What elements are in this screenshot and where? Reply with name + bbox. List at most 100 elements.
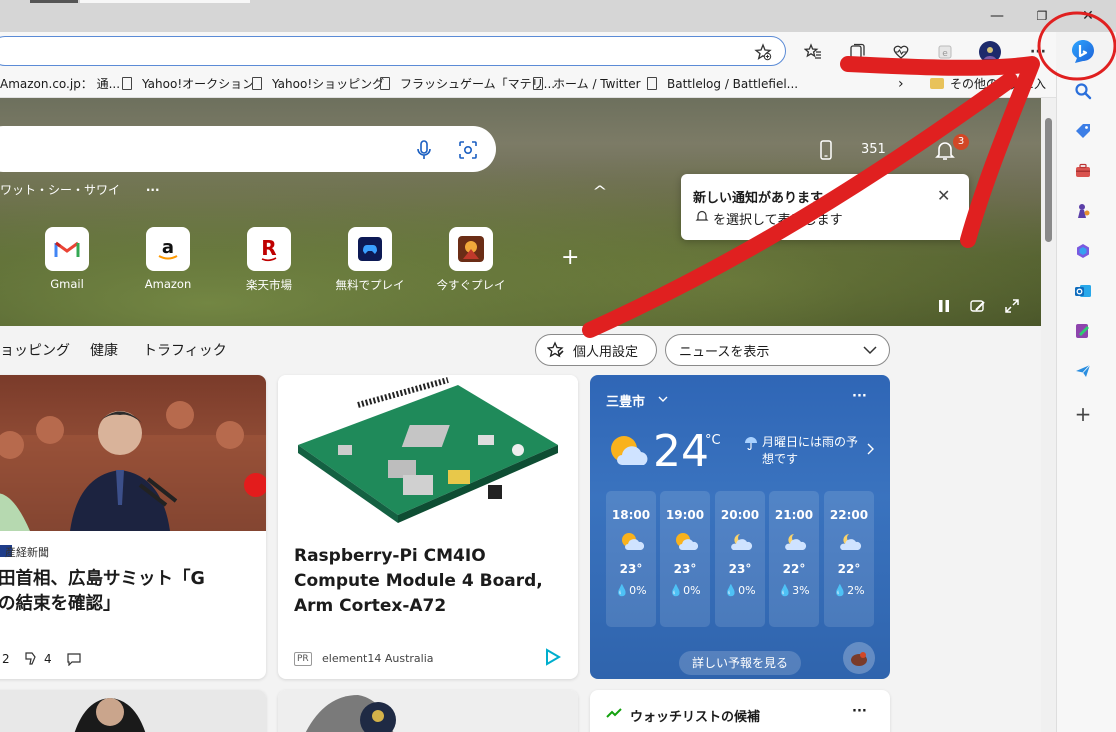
favorites-overflow-button[interactable]: › xyxy=(898,76,904,92)
favorite-amazon[interactable]: Amazon.co.jp： 通... xyxy=(0,76,120,92)
comment-icon[interactable] xyxy=(66,652,82,669)
amazon-icon: a xyxy=(158,237,178,260)
tile-free-play[interactable] xyxy=(348,227,392,271)
send-telegram-icon[interactable] xyxy=(1071,359,1095,383)
favorite-label: Yahoo!オークション xyxy=(142,77,255,91)
adchoices-icon[interactable] xyxy=(544,648,562,669)
watchlist-title[interactable]: ウォッチリストの候補 xyxy=(630,706,760,725)
favorite-twitter[interactable]: ホーム / Twitter xyxy=(533,76,641,92)
weather-forecast-summary[interactable]: 月曜日には雨の予想です xyxy=(762,434,866,468)
collections-icon[interactable] xyxy=(845,40,869,64)
hourly-forecast-item[interactable]: 20:00 23° 💧0% xyxy=(715,491,765,627)
profile-avatar[interactable] xyxy=(978,40,1002,64)
favorite-flash-game[interactable]: フラッシュゲーム「マテリ... xyxy=(380,76,555,92)
games-chess-icon[interactable] xyxy=(1071,199,1095,223)
outlook-icon[interactable] xyxy=(1071,279,1095,303)
tile-amazon[interactable]: a xyxy=(146,227,190,271)
collapse-chevron-icon[interactable]: ^ xyxy=(592,184,607,200)
add-favorite-icon[interactable] xyxy=(751,40,775,64)
trending-link[interactable]: ワット・シー・サワイ xyxy=(0,183,120,197)
watchlist-card[interactable]: ウォッチリストの候補 ··· xyxy=(590,690,890,732)
visual-search-icon[interactable] xyxy=(457,139,479,164)
dislike-icon[interactable] xyxy=(24,651,38,668)
address-bar[interactable] xyxy=(0,36,786,66)
health-icon[interactable] xyxy=(889,40,913,64)
ad-advertiser[interactable]: element14 Australia xyxy=(322,652,434,665)
other-favorites-folder[interactable]: その他のお気に入り xyxy=(930,76,1048,92)
ad-title[interactable]: Raspberry-Pi CM4IO Compute Module 4 Boar… xyxy=(294,544,569,619)
background-settings-icon[interactable] xyxy=(970,298,986,317)
nav-link-traffic[interactable]: トラフィック xyxy=(143,340,227,360)
tile-label: Amazon xyxy=(144,277,192,291)
forecast-time: 21:00 xyxy=(774,508,814,522)
like-count[interactable]: 2 xyxy=(2,652,10,666)
add-sidebar-app-icon[interactable]: + xyxy=(1071,402,1095,426)
restore-button[interactable]: ❐ xyxy=(1031,6,1053,26)
hourly-forecast-item[interactable]: 18:00 23° 💧0% xyxy=(606,491,656,627)
trend-up-icon xyxy=(606,707,622,722)
temperature-unit[interactable]: °C xyxy=(705,433,721,448)
minimize-button[interactable]: — xyxy=(986,6,1008,26)
news-card[interactable] xyxy=(0,690,266,732)
forecast-rain: 💧2% xyxy=(833,584,865,597)
tile-rakuten[interactable]: R xyxy=(247,227,291,271)
favorites-icon[interactable] xyxy=(801,40,825,64)
nav-link-shopping[interactable]: ョッピング xyxy=(0,340,70,360)
tab-strip-fragment[interactable] xyxy=(30,0,78,3)
expand-icon[interactable] xyxy=(1004,298,1020,317)
notification-title: 新しい通知があります xyxy=(693,191,824,206)
microsoft365-icon[interactable] xyxy=(1071,239,1095,263)
favorite-yahoo-auction[interactable]: Yahoo!オークション xyxy=(122,76,254,92)
favorite-label: フラッシュゲーム「マテリ... xyxy=(400,77,556,91)
detailed-forecast-button[interactable]: 詳しい予報を見る xyxy=(679,651,801,675)
notification-close-button[interactable]: ✕ xyxy=(937,186,950,205)
extension-icon[interactable]: e xyxy=(933,40,957,64)
hourly-forecast-item[interactable]: 22:00 22° 💧2% xyxy=(824,491,874,627)
active-tab-fragment[interactable] xyxy=(80,0,250,3)
news-card[interactable] xyxy=(278,690,578,732)
settings-more-button[interactable]: ··· xyxy=(1026,40,1050,64)
hourly-forecast-item[interactable]: 21:00 22° 💧3% xyxy=(769,491,819,627)
feedback-avatar[interactable] xyxy=(843,642,875,674)
weather-city[interactable]: 三豊市 xyxy=(606,391,645,410)
tools-briefcase-icon[interactable] xyxy=(1071,159,1095,183)
add-shortcut-button[interactable]: + xyxy=(561,245,579,270)
trending-more-button[interactable]: ··· xyxy=(146,183,160,197)
scrollbar-thumb[interactable] xyxy=(1045,118,1052,242)
shopping-tag-icon[interactable] xyxy=(1071,119,1095,143)
pause-icon[interactable] xyxy=(937,299,951,316)
notification-popup[interactable]: 新しい通知があります を選択して表示します ✕ xyxy=(681,174,969,240)
search-icon[interactable] xyxy=(1071,79,1095,103)
svg-text:R: R xyxy=(261,236,276,260)
chevron-right-icon[interactable] xyxy=(866,443,874,458)
weather-more-button[interactable]: ··· xyxy=(852,389,867,404)
tile-play-now[interactable] xyxy=(449,227,493,271)
page-icon xyxy=(647,77,657,90)
nav-link-health[interactable]: 健康 xyxy=(90,340,118,360)
microphone-icon[interactable] xyxy=(413,139,435,164)
rewards-points[interactable]: 351 xyxy=(861,142,886,157)
personalize-button[interactable]: 個人用設定 xyxy=(535,334,657,366)
close-button[interactable]: ✕ xyxy=(1077,6,1099,26)
news-view-dropdown[interactable]: ニュースを表示 xyxy=(665,334,890,366)
news-title[interactable]: 田首相、広島サミット「G の結束を確認」 xyxy=(0,567,258,617)
favorite-yahoo-shopping[interactable]: Yahoo!ショッピング xyxy=(252,76,384,92)
watchlist-more-button[interactable]: ··· xyxy=(852,704,867,719)
news-card[interactable]: 産経新聞 田首相、広島サミット「G の結束を確認」 2 4 xyxy=(0,375,266,679)
page-icon xyxy=(252,77,262,90)
dislike-count[interactable]: 4 xyxy=(44,652,52,666)
rain-chance: 0% xyxy=(683,584,701,597)
folder-label: その他のお気に入り xyxy=(950,77,1048,91)
mobile-icon[interactable] xyxy=(818,140,834,163)
bing-chat-icon[interactable] xyxy=(1066,34,1100,68)
forecast-temp: 23° xyxy=(673,562,697,576)
tile-gmail[interactable] xyxy=(45,227,89,271)
forecast-temp: 23° xyxy=(619,562,643,576)
hourly-forecast-item[interactable]: 19:00 23° 💧0% xyxy=(660,491,710,627)
designer-icon[interactable] xyxy=(1071,319,1095,343)
hero-trending-links[interactable]: ワット・シー・サワイ ··· xyxy=(0,181,160,198)
chevron-down-icon[interactable] xyxy=(658,393,668,407)
favorite-battlelog[interactable]: Battlelog / Battlefiel... xyxy=(647,76,798,92)
ad-card[interactable]: Raspberry-Pi CM4IO Compute Module 4 Boar… xyxy=(278,375,578,679)
partly-cloudy-night-icon xyxy=(824,528,874,556)
